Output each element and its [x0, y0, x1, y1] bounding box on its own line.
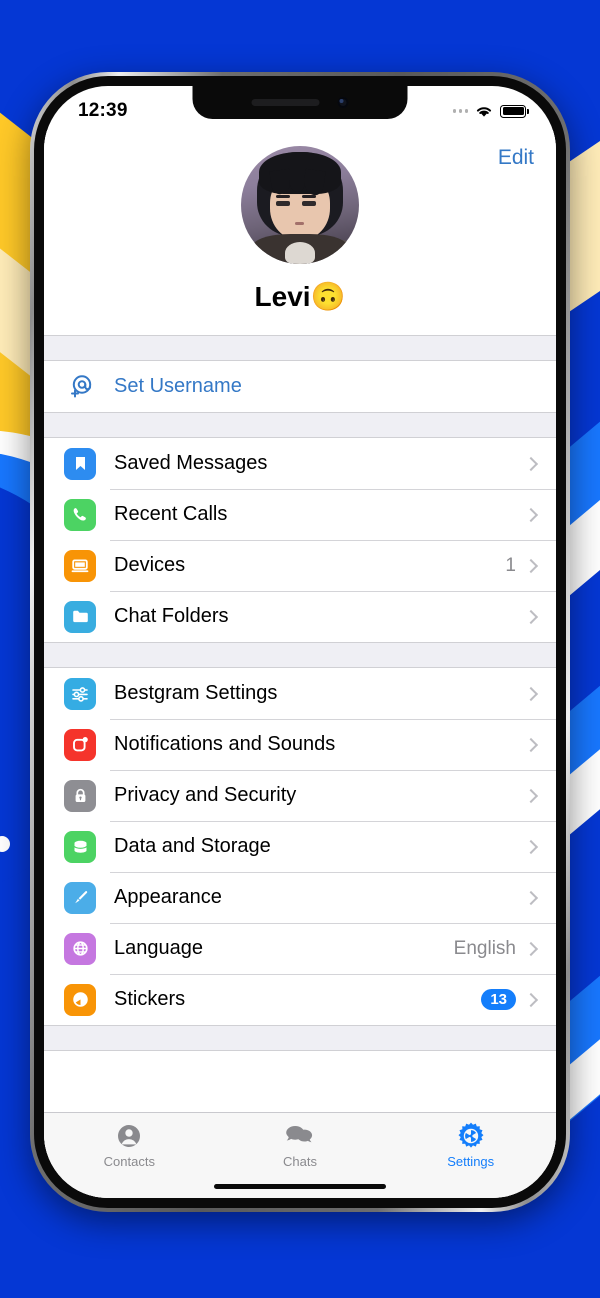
tab-chats[interactable]: Chats — [215, 1121, 386, 1169]
status-bar-indicators — [452, 98, 529, 119]
chevron-right-icon — [523, 788, 539, 803]
edit-button[interactable]: Edit — [498, 146, 534, 170]
row-label: Data and Storage — [114, 835, 271, 857]
row-label: Appearance — [114, 886, 222, 908]
earpiece-speaker — [251, 99, 320, 106]
chevron-right-icon — [523, 839, 539, 854]
row-value: English — [453, 937, 516, 959]
row-saved-messages[interactable]: Saved Messages — [44, 438, 556, 489]
lock-icon — [64, 779, 96, 812]
username-group: Set Username — [44, 361, 556, 412]
avatar-eye-left — [276, 201, 290, 206]
chevron-right-icon — [523, 686, 539, 701]
avatar[interactable] — [241, 146, 359, 264]
device-notch — [192, 86, 408, 119]
row-data-and-storage[interactable]: Data and Storage — [44, 821, 556, 872]
profile-header: Levi🙃 — [44, 130, 556, 335]
contacts-person-icon — [44, 1121, 215, 1151]
row-privacy-and-security[interactable]: Privacy and Security — [44, 770, 556, 821]
status-badge: 13 — [481, 989, 516, 1010]
cellular-dots-icon — [452, 109, 468, 113]
chevron-right-icon — [523, 609, 539, 624]
section-divider-2 — [44, 642, 556, 668]
tab-contacts[interactable]: Contacts — [44, 1121, 215, 1169]
phone-bezel: 12:39 Edit Levi🙃 Set Username Saved Mess… — [34, 76, 566, 1208]
status-bar-clock: 12:39 — [78, 100, 128, 121]
row-devices[interactable]: Devices 1 — [44, 540, 556, 591]
globe-icon — [64, 932, 96, 965]
row-language[interactable]: Language English — [44, 923, 556, 974]
row-stickers[interactable]: Stickers 13 — [44, 974, 556, 1025]
avatar-brow-right — [302, 195, 316, 198]
front-camera — [337, 97, 349, 108]
tab-label: Chats — [283, 1154, 317, 1169]
chevron-right-icon — [523, 890, 539, 905]
at-sign-add-icon — [64, 371, 96, 403]
profile-name: Levi🙃 — [254, 281, 346, 312]
row-label: Privacy and Security — [114, 784, 297, 806]
avatar-brow-left — [276, 195, 290, 198]
chevron-right-icon — [523, 737, 539, 752]
row-value: 1 — [505, 554, 516, 576]
avatar-cravat — [285, 242, 315, 264]
gear-icon — [385, 1121, 556, 1151]
row-chat-folders[interactable]: Chat Folders — [44, 591, 556, 642]
bookmark-icon — [64, 447, 96, 480]
row-recent-calls[interactable]: Recent Calls — [44, 489, 556, 540]
section-divider-1 — [44, 412, 556, 438]
row-label: Devices — [114, 554, 186, 576]
section-divider-3 — [44, 1025, 556, 1051]
notification-icon — [64, 728, 96, 761]
phone-device-frame: 12:39 Edit Levi🙃 Set Username Saved Mess… — [30, 72, 570, 1212]
chat-bubbles-icon — [215, 1121, 386, 1151]
laptop-icon — [64, 549, 96, 582]
sliders-icon — [64, 677, 96, 710]
settings-group-1: Saved Messages Recent Calls Devices 1 Ch… — [44, 438, 556, 642]
avatar-eye-right — [302, 201, 316, 206]
phone-screen: 12:39 Edit Levi🙃 Set Username Saved Mess… — [44, 86, 556, 1198]
row-label: Chat Folders — [114, 605, 229, 627]
phone-icon — [64, 498, 96, 531]
chevron-right-icon — [523, 456, 539, 471]
settings-screen: Edit Levi🙃 Set Username Saved Messages R… — [44, 130, 556, 1198]
chevron-right-icon — [523, 507, 539, 522]
chevron-right-icon — [523, 941, 539, 956]
row-notifications-and-sounds[interactable]: Notifications and Sounds — [44, 719, 556, 770]
settings-group-2: Bestgram Settings Notifications and Soun… — [44, 668, 556, 1025]
wifi-icon — [476, 106, 492, 117]
row-label: Saved Messages — [114, 452, 268, 474]
tab-label: Contacts — [103, 1154, 155, 1169]
sticker-icon — [64, 983, 96, 1016]
row-label: Notifications and Sounds — [114, 733, 336, 755]
folder-icon — [64, 600, 96, 633]
row-appearance[interactable]: Appearance — [44, 872, 556, 923]
row-set-username[interactable]: Set Username — [44, 361, 556, 412]
row-label: Language — [114, 937, 203, 959]
home-indicator[interactable] — [214, 1184, 386, 1189]
chevron-right-icon — [523, 558, 539, 573]
row-label: Recent Calls — [114, 503, 228, 525]
tab-settings[interactable]: Settings — [385, 1121, 556, 1169]
paintbrush-icon — [64, 881, 96, 914]
row-label: Stickers — [114, 988, 186, 1010]
avatar-mouth — [295, 222, 304, 225]
row-label: Bestgram Settings — [114, 682, 278, 704]
chevron-right-icon — [523, 992, 539, 1007]
row-label: Set Username — [114, 375, 242, 397]
avatar-bang-center — [289, 170, 305, 192]
row-bestgram-settings[interactable]: Bestgram Settings — [44, 668, 556, 719]
battery-full-icon — [500, 104, 529, 118]
tab-label: Settings — [447, 1154, 495, 1169]
section-divider-0 — [44, 335, 556, 361]
database-icon — [64, 830, 96, 863]
